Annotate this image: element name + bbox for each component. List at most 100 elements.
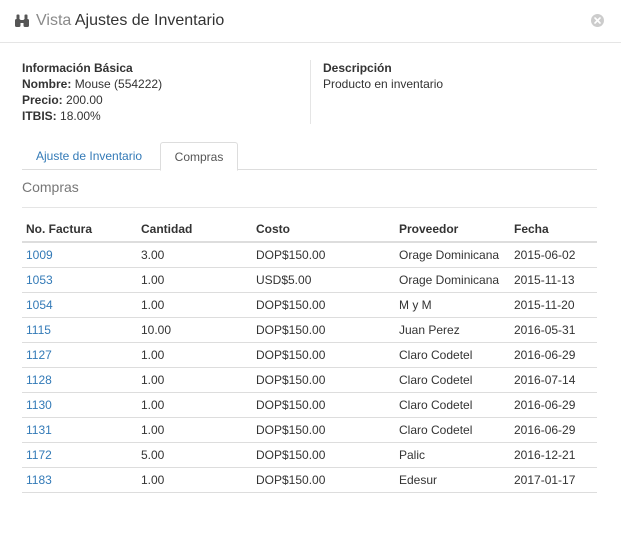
close-icon[interactable]: [591, 14, 604, 27]
table-row: 1127 1.00 DOP$150.00 Claro Codetel 2016-06-2…: [22, 342, 597, 368]
tab-ajuste-de-inventario[interactable]: Ajuste de Inventario: [22, 142, 156, 170]
cell-quantity: 1.00: [137, 292, 252, 318]
basic-info-heading: Información Básica: [22, 61, 133, 75]
table-row: 1115 10.00 DOP$150.00 Juan Perez 2016-05-31: [22, 317, 597, 343]
modal-title-main: Ajustes de Inventario: [74, 12, 225, 29]
cell-supplier: Edesur: [395, 467, 510, 493]
cell-quantity: 10.00: [137, 317, 252, 343]
cell-date: 2016-06-29: [510, 417, 597, 443]
cell-invoice: 1127: [22, 342, 137, 368]
cell-cost: DOP$150.00: [252, 367, 395, 393]
modal-header: Vista Ajustes de Inventario: [0, 0, 621, 43]
table-row: 1183 1.00 DOP$150.00 Edesur 2017-01-17: [22, 467, 597, 493]
binoculars-icon: [14, 13, 30, 29]
cell-cost: DOP$150.00: [252, 442, 395, 468]
table-header-row: No. Factura Cantidad Costo Proveedor Fec…: [22, 216, 597, 243]
info-divider: [310, 60, 311, 124]
description-block: Descripción Producto en inventario: [323, 60, 603, 92]
purchases-table: No. Factura Cantidad Costo Proveedor Fec…: [22, 216, 597, 493]
invoice-link[interactable]: 1183: [26, 473, 52, 487]
name-label: Nombre:: [22, 77, 72, 91]
cell-quantity: 1.00: [137, 392, 252, 418]
tax-label: ITBIS:: [22, 109, 57, 123]
cell-cost: DOP$150.00: [252, 317, 395, 343]
cell-invoice: 1054: [22, 292, 137, 318]
invoice-link[interactable]: 1115: [26, 323, 51, 337]
cell-date: 2015-11-20: [510, 292, 597, 318]
cell-date: 2016-06-29: [510, 392, 597, 418]
table-row: 1009 3.00 DOP$150.00 Orage Dominicana 2015-0…: [22, 242, 597, 268]
cell-supplier: Orage Dominicana: [395, 242, 510, 268]
cell-supplier: Claro Codetel: [395, 392, 510, 418]
basic-info: Información Básica Nombre: Mouse (554222…: [22, 60, 307, 124]
name-row: Nombre: Mouse (554222): [22, 76, 307, 92]
cell-cost: DOP$150.00: [252, 242, 395, 268]
invoice-link[interactable]: 1127: [26, 348, 52, 362]
column-header-cost: Costo: [252, 216, 395, 243]
cell-invoice: 1009: [22, 242, 137, 268]
cell-date: 2017-01-17: [510, 467, 597, 493]
table-row: 1172 5.00 DOP$150.00 Palic 2016-12-21: [22, 442, 597, 468]
tab-compras[interactable]: Compras: [160, 142, 238, 171]
description-text: Producto en inventario: [323, 77, 444, 91]
cell-supplier: M y M: [395, 292, 510, 318]
cell-date: 2015-11-13: [510, 267, 597, 293]
invoice-link[interactable]: 1054: [26, 298, 53, 312]
invoice-link[interactable]: 1172: [26, 448, 52, 462]
cell-supplier: Juan Perez: [395, 317, 510, 343]
modal-title: Vista Ajustes de Inventario: [36, 11, 224, 31]
invoice-link[interactable]: 1130: [26, 398, 52, 412]
cell-invoice: 1130: [22, 392, 137, 418]
table-row: 1131 1.00 DOP$150.00 Claro Codetel 2016-06-2…: [22, 417, 597, 443]
name-value: Mouse (554222): [74, 77, 163, 91]
cell-quantity: 3.00: [137, 242, 252, 268]
column-header-invoice: No. Factura: [22, 216, 137, 243]
cell-invoice: 1131: [22, 417, 137, 443]
invoice-link[interactable]: 1128: [26, 373, 52, 387]
cell-invoice: 1183: [22, 467, 137, 493]
tab-bar: Ajuste de Inventario Compras: [22, 142, 597, 171]
tax-row: ITBIS: 18.00%: [22, 108, 307, 124]
cell-cost: DOP$150.00: [252, 417, 395, 443]
cell-quantity: 1.00: [137, 467, 252, 493]
cell-quantity: 1.00: [137, 367, 252, 393]
invoice-link[interactable]: 1009: [26, 248, 53, 262]
column-header-quantity: Cantidad: [137, 216, 252, 243]
cell-supplier: Palic: [395, 442, 510, 468]
cell-quantity: 1.00: [137, 267, 252, 293]
cell-supplier: Claro Codetel: [395, 342, 510, 368]
inventory-adjustment-modal: Vista Ajustes de Inventario Información …: [0, 0, 621, 553]
table-row: 1054 1.00 DOP$150.00 M y M 2015-11-20: [22, 292, 597, 318]
cell-invoice: 1053: [22, 267, 137, 293]
cell-quantity: 1.00: [137, 342, 252, 368]
cell-date: 2016-05-31: [510, 317, 597, 343]
cell-cost: DOP$150.00: [252, 467, 395, 493]
invoice-link[interactable]: 1131: [26, 423, 52, 437]
cell-supplier: Claro Codetel: [395, 367, 510, 393]
cell-date: 2016-07-14: [510, 367, 597, 393]
table-row: 1128 1.00 DOP$150.00 Claro Codetel 2016-07-1…: [22, 367, 597, 393]
modal-title-prefix: Vista: [36, 12, 72, 29]
cell-date: 2016-12-21: [510, 442, 597, 468]
cell-invoice: 1128: [22, 367, 137, 393]
cell-quantity: 1.00: [137, 417, 252, 443]
column-header-date: Fecha: [510, 216, 597, 243]
tax-value: 18.00%: [60, 109, 101, 123]
cell-cost: DOP$150.00: [252, 392, 395, 418]
table-row: 1130 1.00 DOP$150.00 Claro Codetel 2016-06-2…: [22, 392, 597, 418]
column-header-supplier: Proveedor: [395, 216, 510, 243]
price-value: 200.00: [66, 93, 103, 107]
price-row: Precio: 200.00: [22, 92, 307, 108]
cell-quantity: 5.00: [137, 442, 252, 468]
description-heading: Descripción: [323, 61, 392, 75]
invoice-link[interactable]: 1053: [26, 273, 53, 287]
section-divider: [22, 207, 597, 208]
cell-cost: DOP$150.00: [252, 342, 395, 368]
section-title: Compras: [22, 179, 79, 195]
cell-invoice: 1172: [22, 442, 137, 468]
cell-date: 2015-06-02: [510, 242, 597, 268]
price-label: Precio:: [22, 93, 63, 107]
cell-cost: USD$5.00: [252, 267, 395, 293]
cell-cost: DOP$150.00: [252, 292, 395, 318]
cell-supplier: Claro Codetel: [395, 417, 510, 443]
